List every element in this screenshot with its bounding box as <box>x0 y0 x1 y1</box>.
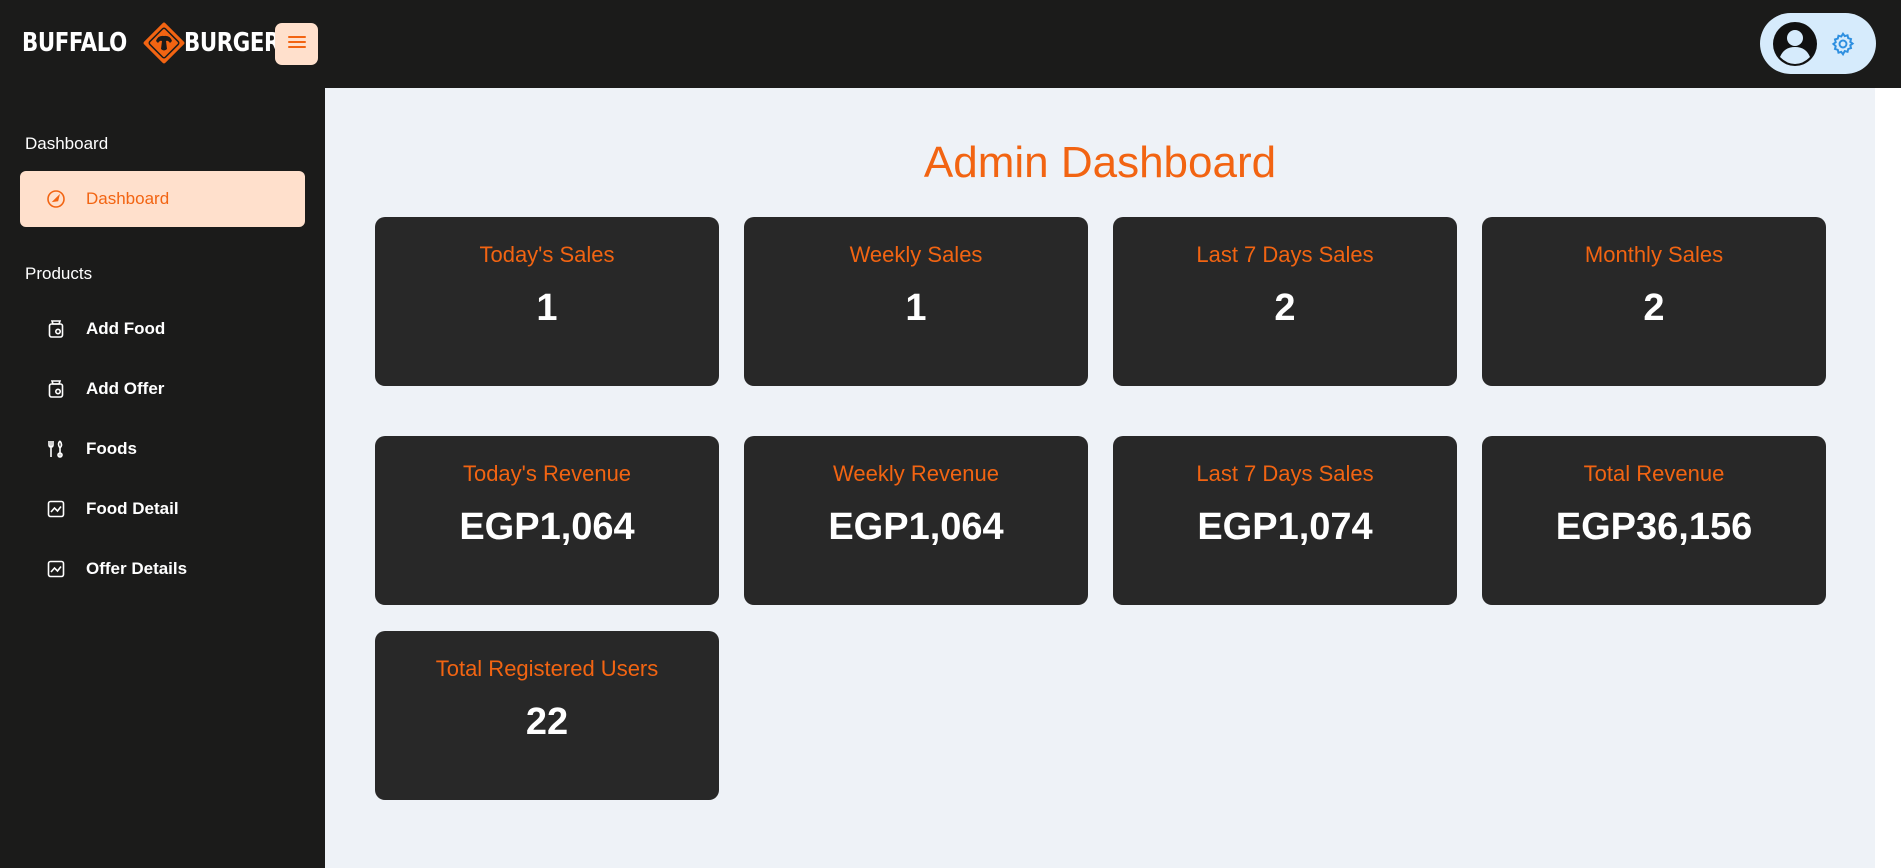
stat-card-label: Last 7 Days Sales <box>1196 242 1374 267</box>
sidebar-item-label: Add Food <box>86 319 166 338</box>
stat-card-value: EGP1,064 <box>828 506 1004 548</box>
sidebar-section-title-products: Products <box>25 264 93 283</box>
sidebar-item-label: Add Offer <box>86 379 165 398</box>
stat-card-value: 1 <box>536 287 558 329</box>
stat-card-todays-sales: Today's Sales 1 <box>375 217 719 386</box>
stat-card-label: Monthly Sales <box>1584 242 1724 267</box>
sidebar-item-label: Offer Details <box>86 559 188 578</box>
page-title: Admin Dashboard <box>923 138 1277 187</box>
stat-card-label: Today's Sales <box>479 242 615 267</box>
stat-card-last-7-days-sales: Last 7 Days Sales 2 <box>1113 217 1457 386</box>
top-bar: BUFFALO BURGER ™ <box>0 0 1901 88</box>
logo[interactable]: BUFFALO BURGER ™ <box>22 18 291 68</box>
sidebar-item-dashboard[interactable]: Dashboard <box>20 171 305 227</box>
logo-word-burger: BURGER <box>183 28 280 58</box>
sidebar-item-label: Foods <box>86 439 137 458</box>
stat-card-value: 1 <box>905 287 927 329</box>
sidebar-item-add-offer[interactable]: Add Offer <box>20 361 305 417</box>
stat-card-label: Weekly Revenue <box>833 461 999 486</box>
stat-card-last-7-days-revenue: Last 7 Days Sales EGP1,074 <box>1113 436 1457 605</box>
stat-card-value: EGP1,074 <box>1197 506 1373 548</box>
sidebar-item-add-food[interactable]: Add Food <box>20 301 305 357</box>
gear-icon[interactable] <box>1830 31 1856 57</box>
food-bag-icon <box>46 319 66 339</box>
sidebar-section-title-dashboard: Dashboard <box>25 134 109 153</box>
stat-card-todays-revenue: Today's Revenue EGP1,064 <box>375 436 719 605</box>
user-menu-button[interactable] <box>1760 13 1876 74</box>
menu-toggle-button[interactable] <box>275 23 318 65</box>
stat-card-weekly-revenue: Weekly Revenue EGP1,064 <box>744 436 1088 605</box>
food-bag-icon <box>46 379 66 399</box>
stat-card-label: Today's Revenue <box>462 461 632 486</box>
stat-card-value: 22 <box>525 701 569 743</box>
stat-card-label: Total Registered Users <box>435 656 659 681</box>
stat-card-value: 2 <box>1643 287 1665 329</box>
main-content: Admin Dashboard Today's Sales 1 Weekly S… <box>325 88 1875 868</box>
buffalo-badge-icon <box>140 19 188 67</box>
sidebar-item-foods[interactable]: Foods <box>20 421 305 477</box>
stat-card-monthly-sales: Monthly Sales 2 <box>1482 217 1826 386</box>
stat-card-label: Last 7 Days Sales <box>1196 461 1374 486</box>
utensils-icon <box>46 439 66 459</box>
user-circle-icon[interactable] <box>1772 21 1818 67</box>
sidebar-item-offer-details[interactable]: Offer Details <box>20 541 305 597</box>
sidebar-item-label: Dashboard <box>86 189 170 208</box>
sidebar-item-label: Food Detail <box>86 499 179 518</box>
sidebar: Dashboard Dashboard Products Add Food Ad… <box>0 88 325 868</box>
stat-card-label: Weekly Sales <box>849 242 983 267</box>
stat-card-label: Total Revenue <box>1583 461 1725 486</box>
stat-card-total-registered-users: Total Registered Users 22 <box>375 631 719 800</box>
stat-card-value: EGP1,064 <box>459 506 635 548</box>
stat-card-value: EGP36,156 <box>1555 506 1753 548</box>
stat-card-total-revenue: Total Revenue EGP36,156 <box>1482 436 1826 605</box>
hamburger-menu-icon <box>286 31 308 58</box>
chart-icon <box>46 559 66 579</box>
page-right-edge <box>1875 88 1901 868</box>
stat-card-value: 2 <box>1274 287 1296 329</box>
sidebar-item-food-detail[interactable]: Food Detail <box>20 481 305 537</box>
logo-word-buffalo: BUFFALO <box>22 28 127 58</box>
chart-icon <box>46 499 66 519</box>
gauge-icon <box>46 189 66 209</box>
stat-card-weekly-sales: Weekly Sales 1 <box>744 217 1088 386</box>
